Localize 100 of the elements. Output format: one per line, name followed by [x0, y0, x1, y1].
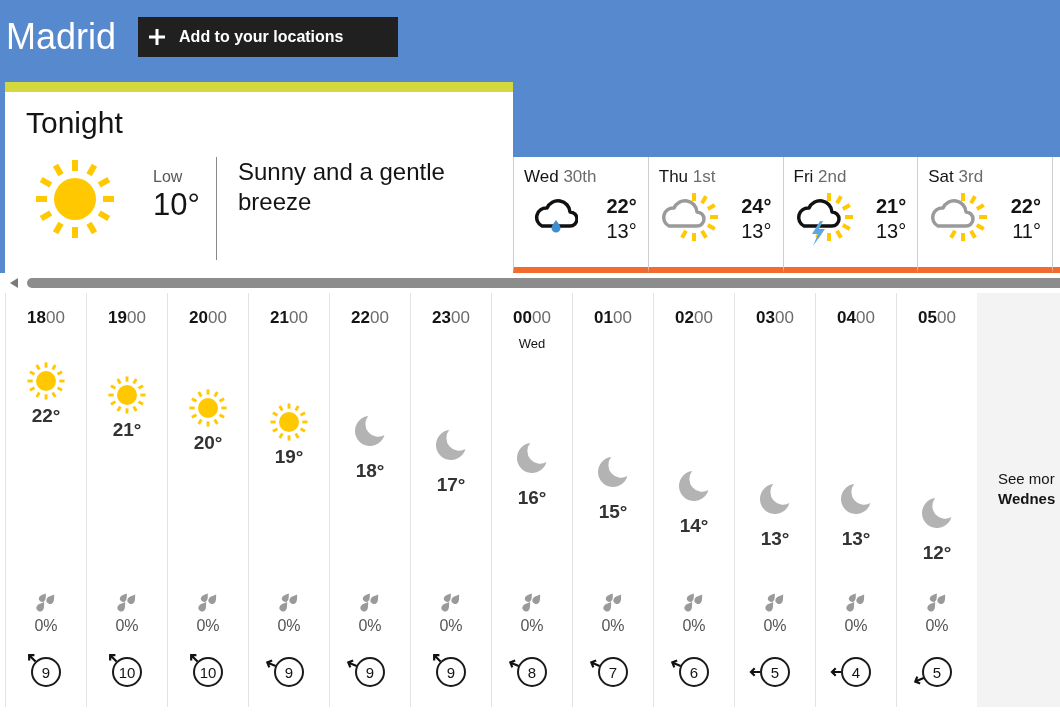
wind-speed: 5 [922, 657, 952, 687]
high-temperature: 24° [741, 194, 772, 219]
rain-chance: 0% [34, 617, 58, 635]
rain-chance: 0% [763, 617, 787, 635]
wind-speed: 4 [841, 657, 871, 687]
hour-label: 0500 [918, 308, 956, 328]
moon-icon [436, 429, 466, 460]
wind-speed: 8 [517, 657, 547, 687]
wind-speed: 10 [112, 657, 142, 687]
wind-speed: 9 [436, 657, 466, 687]
rain-chance: 0% [358, 617, 382, 635]
temperature: 21° [112, 418, 142, 441]
hour-label: 1800 [27, 308, 65, 328]
sun-icon [188, 388, 228, 429]
rain-chance: 0% [844, 617, 868, 635]
moon-icon [517, 443, 547, 474]
rain-chance: 0% [520, 617, 544, 635]
temperature: 16° [517, 487, 547, 510]
rain-chance: 0% [115, 617, 139, 635]
wind-speed: 7 [598, 657, 628, 687]
moon-icon [355, 415, 385, 446]
rain-chance: 0% [196, 617, 220, 635]
high-temperature: 22° [606, 194, 637, 219]
high-temperature: 21° [876, 194, 907, 219]
hour-label: 0400 [837, 308, 875, 328]
temperature: 19° [274, 446, 304, 469]
wind-speed: 6 [679, 657, 709, 687]
hour-label: 2300 [432, 308, 470, 328]
raindrops-icon [197, 592, 219, 612]
hour-label: 0300 [756, 308, 794, 328]
rain-chance: 0% [682, 617, 706, 635]
raindrops-icon [359, 592, 381, 612]
temperature: 17° [436, 473, 466, 496]
raindrops-icon [278, 592, 300, 612]
hour-label: 0000 [513, 308, 551, 328]
sun-icon [33, 157, 117, 241]
low-temperature: 13° [876, 219, 907, 244]
raindrops-icon [602, 592, 624, 612]
raindrops-icon [845, 592, 867, 612]
sun-cloud-icon [928, 192, 989, 242]
wind-speed: 10 [193, 657, 223, 687]
add-location-button[interactable]: Add to your locations [138, 17, 399, 57]
wind-speed: 9 [355, 657, 385, 687]
raindrops-icon [683, 592, 705, 612]
temperature: 14° [679, 514, 709, 537]
day-tab[interactable]: Sat 3rd 22° 11° [917, 157, 1052, 273]
rain-chance: 0% [925, 617, 949, 635]
hour-label: 1900 [108, 308, 146, 328]
rain-cloud-icon [532, 198, 578, 234]
raindrops-icon [440, 592, 462, 612]
day-tab[interactable]: Wed 30th 22° 13° [513, 157, 648, 273]
wind-speed: 9 [31, 657, 61, 687]
scroll-left-icon[interactable] [10, 277, 18, 288]
temperature: 12° [922, 542, 952, 564]
low-temperature: 13° [741, 219, 772, 244]
temperature: 18° [355, 459, 385, 482]
hour-label: 0100 [594, 308, 632, 328]
arrow-icon [830, 666, 842, 678]
moon-icon [922, 498, 952, 528]
moon-icon [679, 470, 709, 501]
hour-label: 2200 [351, 308, 389, 328]
low-temperature: 13° [606, 219, 637, 244]
rain-chance: 0% [601, 617, 625, 635]
moon-icon [760, 484, 790, 515]
arrow-icon [749, 666, 761, 678]
day-label: Wed [518, 336, 546, 352]
wind-speed: 9 [274, 657, 304, 687]
see-more-link[interactable]: See mor Wednes [998, 469, 1060, 509]
temperature: 15° [598, 500, 628, 523]
sun-icon [269, 402, 309, 443]
raindrops-icon [116, 592, 138, 612]
low-label: Low [153, 168, 183, 186]
rain-chance: 0% [439, 617, 463, 635]
hour-label: 2000 [189, 308, 227, 328]
wind-speed: 5 [760, 657, 790, 687]
raindrops-icon [926, 592, 948, 612]
raindrops-icon [521, 592, 543, 612]
tonight-title: Tonight [26, 106, 123, 140]
rain-chance: 0% [277, 617, 301, 635]
day-tab[interactable]: Thu 1st 24° 13° [647, 157, 783, 273]
sun-icon [26, 361, 66, 401]
moon-icon [598, 456, 628, 487]
temperature: 20° [193, 432, 223, 455]
low-temperature: 10° [153, 189, 200, 221]
location-title: Madrid [6, 17, 117, 57]
temperature: 13° [760, 528, 790, 551]
high-temperature: 22° [1010, 194, 1041, 219]
hour-label: 2100 [270, 308, 308, 328]
day-tab[interactable]: Fri 2nd 21° 13° [782, 157, 918, 273]
low-temperature: 11° [1012, 219, 1041, 244]
raindrops-icon [764, 592, 786, 612]
moon-icon [841, 484, 871, 515]
raindrops-icon [35, 592, 57, 612]
temperature: 22° [31, 405, 61, 427]
temperature: 13° [841, 528, 871, 551]
hour-label: 0200 [675, 308, 713, 328]
sun-icon [107, 374, 147, 415]
scrollbar-thumb[interactable] [27, 277, 1060, 288]
forecast-summary: Sunny and a gentle breeze [238, 157, 446, 217]
plus-icon [148, 28, 167, 46]
